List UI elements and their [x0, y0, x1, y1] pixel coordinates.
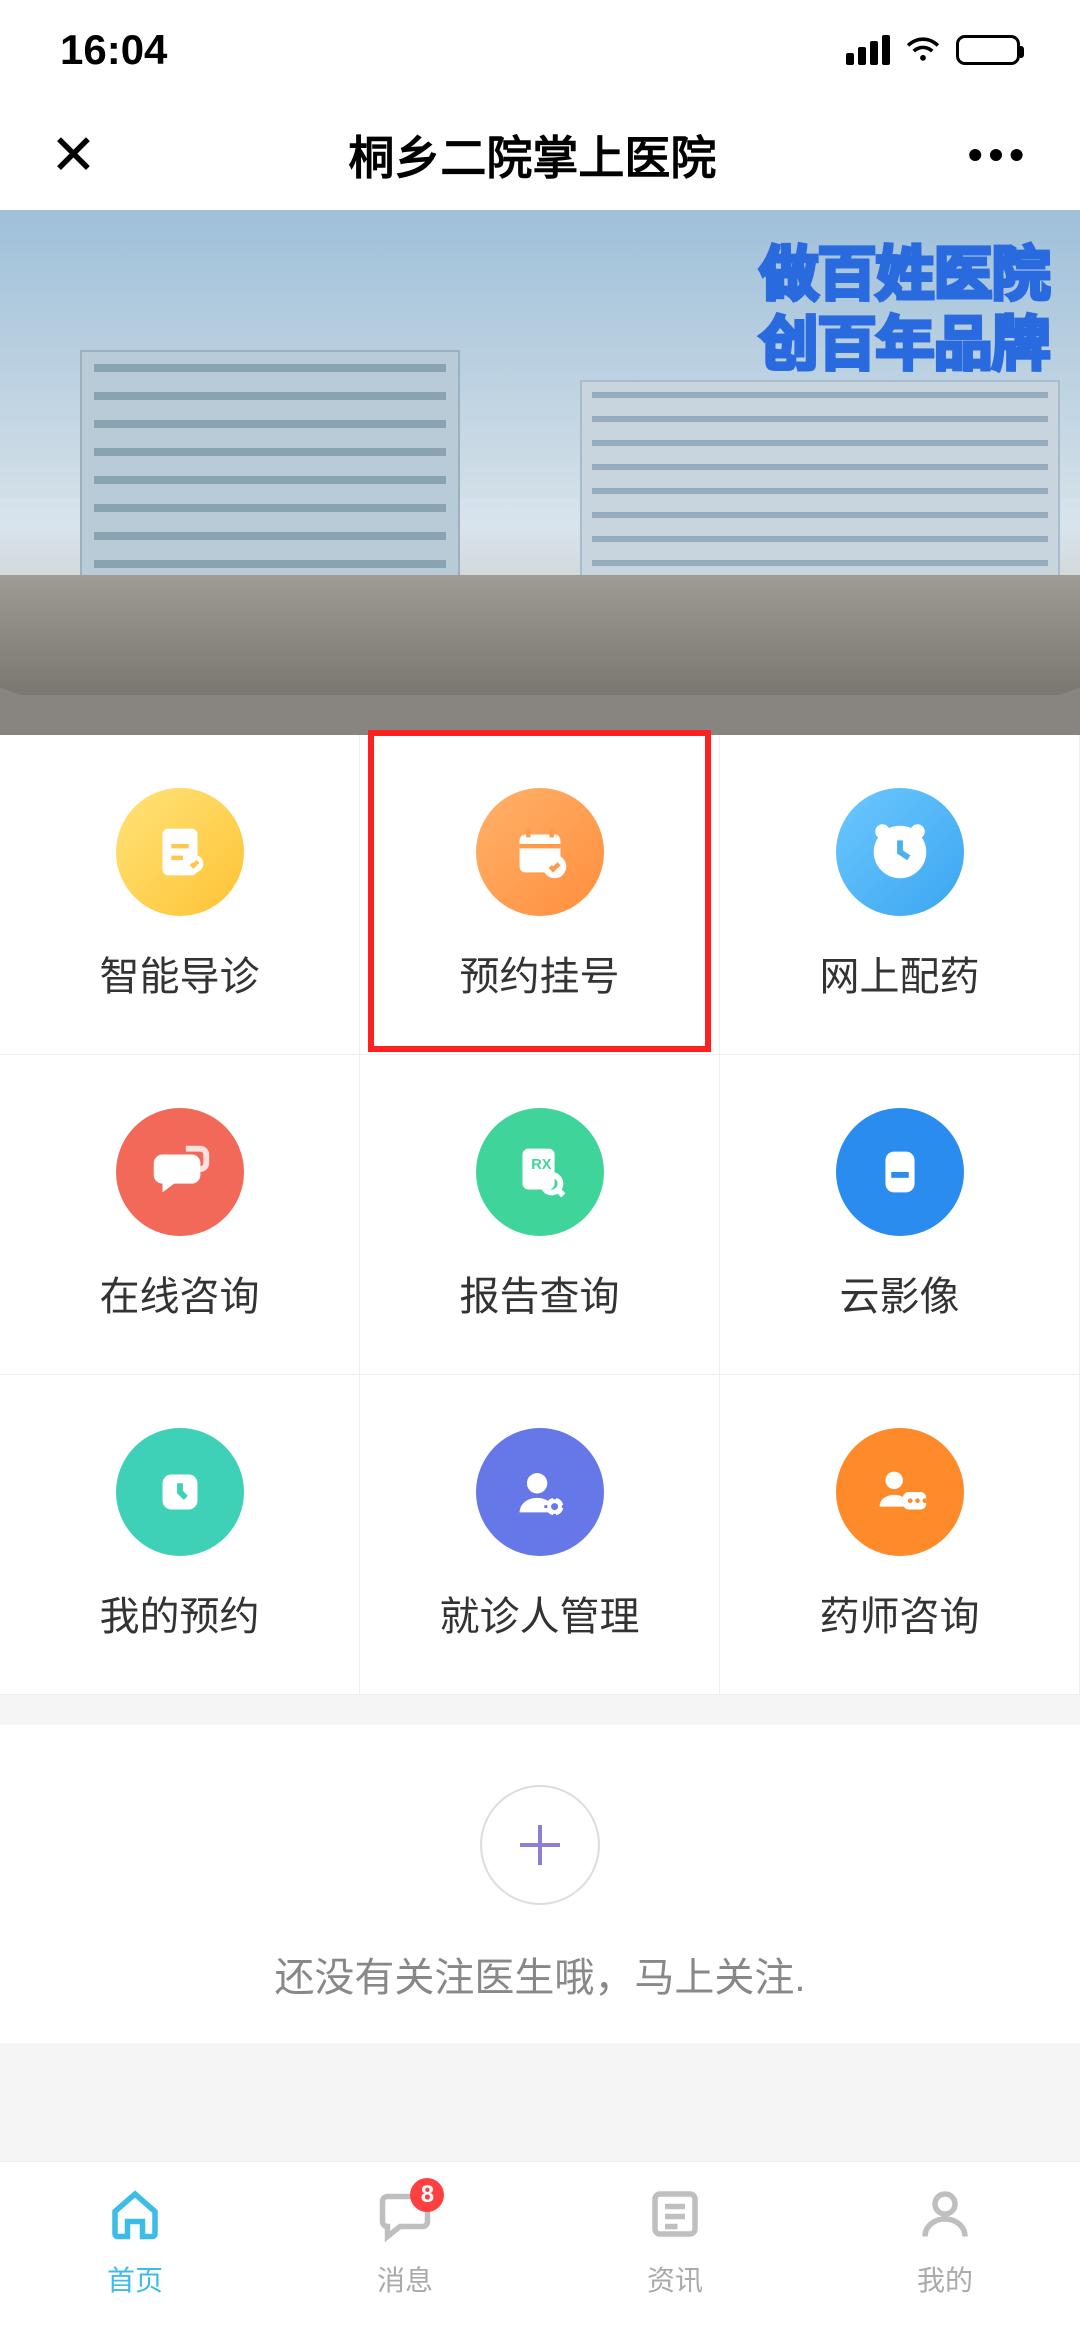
service-user-gear[interactable]: 就诊人管理	[360, 1375, 720, 1695]
service-file-image[interactable]: 云影像	[720, 1055, 1080, 1375]
hero-banner: 做百姓医院 创百年品牌	[0, 210, 1080, 735]
user-gear-icon	[476, 1428, 604, 1556]
cellular-signal-icon	[846, 35, 890, 65]
tab-news[interactable]: 资讯	[540, 2162, 810, 2341]
building-illustration	[580, 380, 1060, 600]
tab-label: 资讯	[647, 2259, 703, 2299]
service-label: 预约挂号	[460, 944, 620, 1002]
status-bar: 16:04 62	[0, 0, 1080, 100]
service-label: 智能导诊	[100, 944, 260, 1002]
clock-filled-icon	[116, 1428, 244, 1556]
battery-icon: 62	[956, 35, 1020, 65]
service-label: 报告查询	[460, 1264, 620, 1322]
add-doctor-button[interactable]	[480, 1785, 600, 1905]
tab-profile[interactable]: 我的	[810, 2162, 1080, 2341]
banner-slogan: 做百姓医院 创百年品牌	[760, 240, 1050, 379]
service-label: 云影像	[840, 1264, 960, 1322]
wifi-icon	[904, 29, 942, 72]
bottom-tab-bar: 首页 消息 8 资讯 我的	[0, 2161, 1080, 2341]
profile-icon	[915, 2184, 975, 2251]
pharmacist-chat-icon	[836, 1428, 964, 1556]
service-label: 药师咨询	[820, 1584, 980, 1642]
tab-home[interactable]: 首页	[0, 2162, 270, 2341]
page-title: 桐乡二院掌上医院	[348, 122, 716, 188]
services-grid: 智能导诊 预约挂号 网上配药在线咨询 RX 报告查询 云影像我的预约 就诊人管理 药师咨询	[0, 735, 1080, 1695]
tab-message[interactable]: 消息 8	[270, 2162, 540, 2341]
follow-doctors-section: 还没有关注医生哦，马上关注.	[0, 1725, 1080, 2043]
svg-text:RX: RX	[531, 1157, 552, 1173]
tab-label: 消息	[377, 2259, 433, 2299]
file-image-icon	[836, 1108, 964, 1236]
close-icon[interactable]: ✕	[50, 122, 97, 188]
service-label: 在线咨询	[100, 1264, 260, 1322]
report-search-icon: RX	[476, 1108, 604, 1236]
service-clock[interactable]: 网上配药	[720, 735, 1080, 1055]
building-illustration	[80, 350, 460, 590]
service-clipboard-check[interactable]: 智能导诊	[0, 735, 360, 1055]
tab-label: 首页	[107, 2259, 163, 2299]
chat-bubbles-icon	[116, 1108, 244, 1236]
service-pharmacist-chat[interactable]: 药师咨询	[720, 1375, 1080, 1695]
news-icon	[645, 2184, 705, 2251]
status-indicators: 62	[846, 29, 1020, 72]
service-label: 网上配药	[820, 944, 980, 1002]
status-time: 16:04	[60, 26, 167, 74]
service-clock-filled[interactable]: 我的预约	[0, 1375, 360, 1695]
home-icon	[105, 2184, 165, 2251]
notification-badge: 8	[410, 2178, 444, 2212]
service-calendar-check[interactable]: 预约挂号	[360, 735, 720, 1055]
clock-icon	[836, 788, 964, 916]
service-report-search[interactable]: RX 报告查询	[360, 1055, 720, 1375]
service-label: 我的预约	[100, 1584, 260, 1642]
nav-header: ✕ 桐乡二院掌上医院 •••	[0, 100, 1080, 210]
follow-empty-text: 还没有关注医生哦，马上关注.	[274, 1945, 805, 2003]
clipboard-check-icon	[116, 788, 244, 916]
more-icon[interactable]: •••	[968, 131, 1030, 179]
service-chat-bubbles[interactable]: 在线咨询	[0, 1055, 360, 1375]
service-label: 就诊人管理	[440, 1584, 640, 1642]
tab-label: 我的	[917, 2259, 973, 2299]
calendar-check-icon	[476, 788, 604, 916]
